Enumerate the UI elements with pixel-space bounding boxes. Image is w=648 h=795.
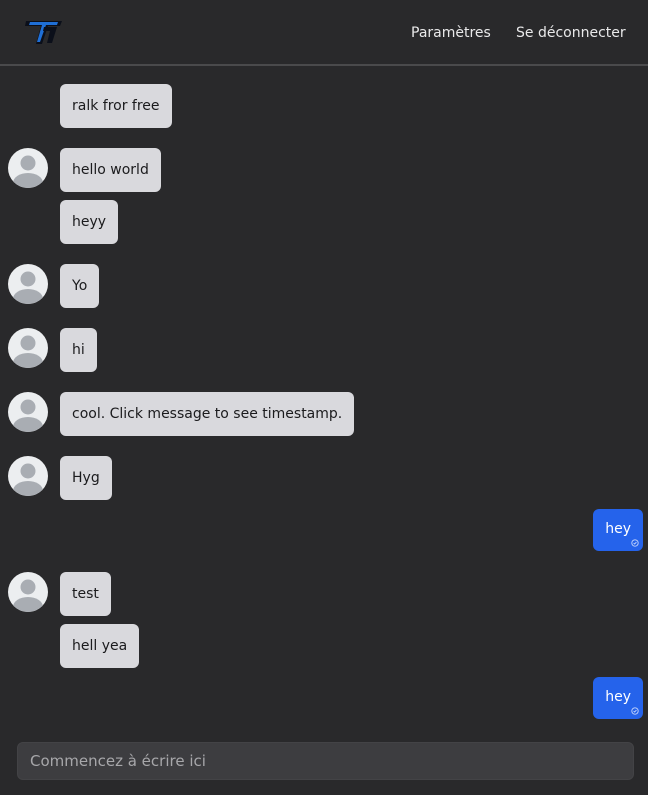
avatar [8, 456, 48, 496]
logout-link[interactable]: Se déconnecter [516, 23, 626, 43]
user-avatar-icon [13, 579, 43, 612]
user-avatar-icon [13, 335, 43, 368]
navbar: Paramètres Se déconnecter [0, 0, 648, 66]
avatar [8, 264, 48, 304]
avatar [8, 572, 48, 612]
own-message-bubble[interactable]: hey [593, 509, 643, 551]
message-bubble[interactable]: hell yea [60, 624, 140, 668]
sent-check-icon [631, 539, 639, 547]
avatar [8, 148, 48, 188]
message-bubble[interactable]: heyy [60, 200, 119, 244]
own-message-bubble[interactable]: hey [593, 677, 643, 719]
message-bubble[interactable]: test [60, 572, 111, 616]
message-text: hey [605, 521, 631, 537]
user-avatar-icon [13, 155, 43, 188]
message-bubble[interactable]: Hyg [60, 456, 112, 500]
user-avatar-icon [13, 271, 43, 304]
message-bubble[interactable]: Yo [60, 264, 100, 308]
message-composer [17, 742, 634, 780]
message-bubble[interactable]: hello world [60, 148, 161, 192]
message-bubble[interactable]: cool. Click message to see timestamp. [60, 392, 355, 436]
avatar [8, 328, 48, 368]
tt-logo-icon[interactable] [24, 19, 64, 45]
message-bubble[interactable]: ralk fror free [60, 84, 172, 128]
message-bubble[interactable]: hi [60, 328, 97, 372]
sent-check-icon [631, 707, 639, 715]
settings-link[interactable]: Paramètres [411, 23, 491, 43]
user-avatar-icon [13, 463, 43, 496]
user-avatar-icon [13, 399, 43, 432]
avatar [8, 392, 48, 432]
message-text: hey [605, 689, 631, 705]
message-input[interactable] [18, 743, 633, 779]
